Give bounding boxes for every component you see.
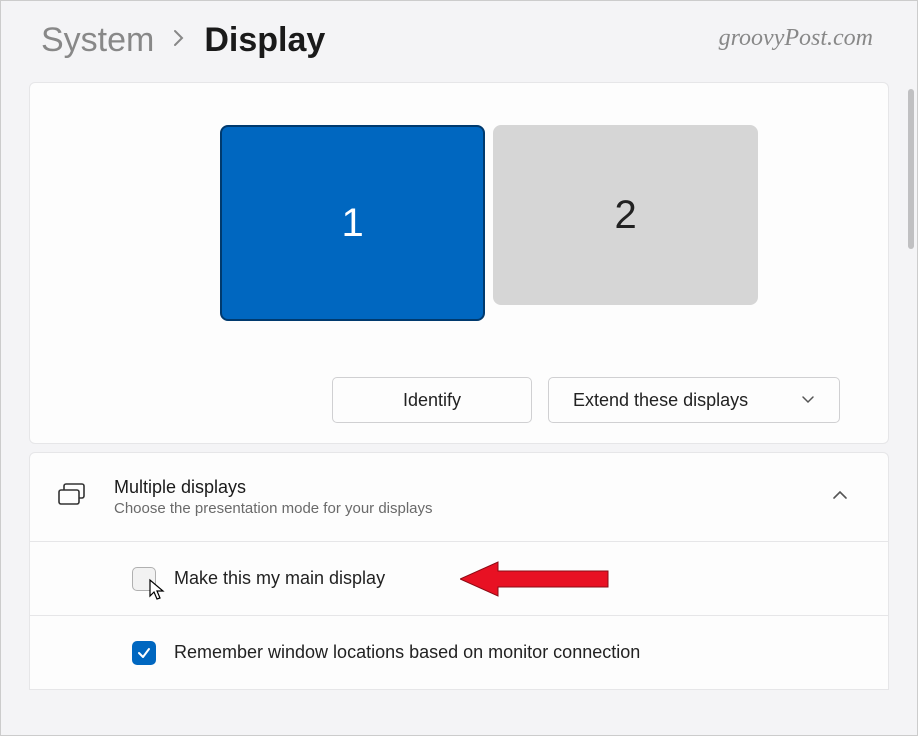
chevron-right-icon [172, 28, 186, 54]
scrollbar[interactable] [908, 89, 914, 249]
remember-windows-label: Remember window locations based on monit… [174, 642, 640, 663]
displays-icon [58, 483, 86, 512]
monitor-2[interactable]: 2 [493, 125, 758, 305]
monitor-1[interactable]: 1 [220, 125, 485, 321]
breadcrumb-parent[interactable]: System [41, 21, 154, 60]
breadcrumb-current: Display [204, 21, 325, 60]
remember-windows-checkbox[interactable] [132, 641, 156, 665]
multiple-displays-section[interactable]: Multiple displays Choose the presentatio… [29, 452, 889, 542]
chevron-down-icon [801, 392, 815, 408]
main-display-label: Make this my main display [174, 568, 385, 589]
main-display-checkbox[interactable] [132, 567, 156, 591]
identify-button[interactable]: Identify [332, 377, 532, 423]
section-title: Multiple displays [114, 477, 820, 498]
section-subtitle: Choose the presentation mode for your di… [114, 500, 820, 517]
main-display-option: Make this my main display [29, 542, 889, 616]
watermark: groovyPost.com [719, 25, 873, 52]
display-arrangement-panel: 1 2 Identify Extend these displays [29, 82, 889, 444]
extend-displays-dropdown[interactable]: Extend these displays [548, 377, 840, 423]
collapse-button[interactable] [820, 488, 860, 506]
remember-windows-option: Remember window locations based on monit… [29, 616, 889, 690]
annotation-arrow [460, 554, 610, 604]
